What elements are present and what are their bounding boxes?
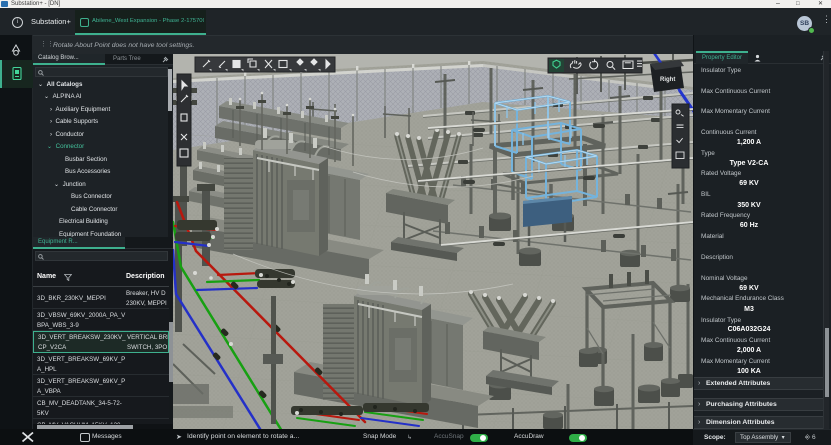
svg-text:Right: Right — [660, 77, 675, 83]
